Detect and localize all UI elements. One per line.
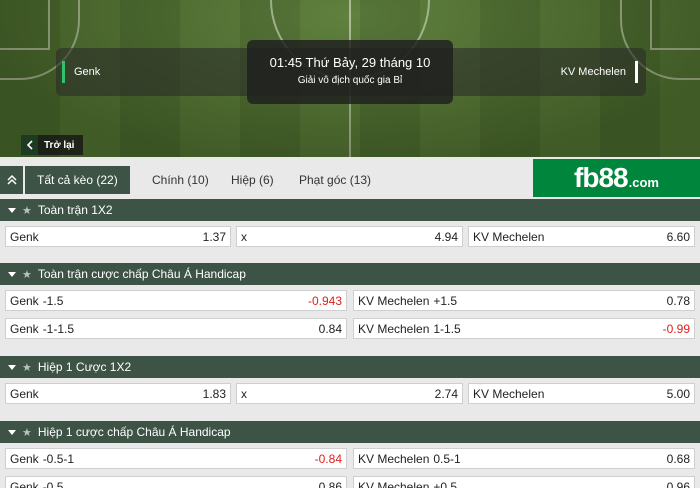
- selection-name: KV Mechelen: [473, 229, 545, 244]
- odds-cell[interactable]: Genk -0.5 0.86: [5, 476, 347, 488]
- tab-main[interactable]: Chính (10): [140, 166, 221, 194]
- section-header-firsthalf-1x2[interactable]: ★ Hiệp 1 Cược 1X2: [0, 356, 700, 378]
- section-title: Hiệp 1 cược chấp Châu Á Handicap: [37, 425, 231, 439]
- tab-all-markets[interactable]: Tất cả kèo (22): [25, 166, 130, 194]
- match-time: 01:45 Thứ Bảy, 29 tháng 10: [269, 55, 431, 70]
- fb88-logo: fb88 .com: [533, 159, 700, 197]
- selection-name: KV Mechelen: [358, 451, 430, 466]
- chevron-left-icon: [21, 135, 38, 155]
- handicap-line: 0.5-1: [433, 451, 461, 466]
- selection-name: KV Mechelen: [473, 386, 545, 401]
- back-button[interactable]: Trở lại: [21, 135, 84, 155]
- odds-price: 0.86: [318, 479, 342, 488]
- selection-name: Genk: [10, 451, 39, 466]
- selection-name: Genk: [10, 229, 39, 244]
- collapse-all-button[interactable]: [0, 166, 23, 194]
- selection-name: x: [241, 229, 247, 244]
- handicap-line: 1-1.5: [433, 321, 461, 336]
- caret-down-icon: [8, 364, 16, 370]
- logo-suffix: .com: [628, 174, 659, 190]
- odds-cell[interactable]: Genk -0.5-1 -0.84: [5, 448, 347, 469]
- back-button-label: Trở lại: [44, 139, 75, 151]
- odds-price: 4.94: [434, 229, 458, 244]
- handicap-line: -1-1.5: [42, 321, 75, 336]
- odds-price: 0.84: [318, 321, 342, 336]
- odds-price: 1.83: [202, 386, 226, 401]
- odds-cell[interactable]: KV Mechelen +0.5 0.96: [353, 476, 695, 488]
- section-title: Toàn trận cược chấp Châu Á Handicap: [37, 267, 246, 281]
- caret-down-icon: [8, 271, 16, 277]
- selection-name: KV Mechelen: [358, 293, 430, 308]
- odds-cell[interactable]: x 2.74: [236, 383, 463, 404]
- handicap-line: -0.5-1: [42, 451, 75, 466]
- selection-name: x: [241, 386, 247, 401]
- handicap-line: +0.5: [433, 479, 458, 488]
- star-icon[interactable]: ★: [22, 268, 32, 281]
- odds-cell[interactable]: KV Mechelen 6.60: [468, 226, 695, 247]
- section-title: Hiệp 1 Cược 1X2: [37, 360, 132, 374]
- odds-cell[interactable]: KV Mechelen 5.00: [468, 383, 695, 404]
- odds-price: 0.68: [666, 451, 690, 466]
- odds-price: 0.78: [666, 293, 690, 308]
- star-icon[interactable]: ★: [22, 361, 32, 374]
- selection-name: Genk: [10, 479, 39, 488]
- caret-down-icon: [8, 207, 16, 213]
- home-team-name: Genk: [62, 61, 100, 83]
- odds-price: 1.37: [202, 229, 226, 244]
- match-hero: Genk KV Mechelen 01:45 Thứ Bảy, 29 tháng…: [0, 0, 700, 157]
- section-header-fulltime-handicap[interactable]: ★ Toàn trận cược chấp Châu Á Handicap: [0, 263, 700, 285]
- selection-name: Genk: [10, 293, 39, 308]
- logo-text: fb88: [574, 162, 629, 193]
- star-icon[interactable]: ★: [22, 426, 32, 439]
- double-chevron-up-icon: [6, 174, 17, 185]
- odds-cell[interactable]: KV Mechelen 0.5-1 0.68: [353, 448, 695, 469]
- odds-cell[interactable]: KV Mechelen +1.5 0.78: [353, 290, 695, 311]
- odds-price: -0.84: [314, 451, 342, 466]
- odds-price: -0.943: [307, 293, 342, 308]
- odds-cell[interactable]: x 4.94: [236, 226, 463, 247]
- tab-corners[interactable]: Phạt góc (13): [287, 166, 383, 194]
- odds-cell[interactable]: Genk -1.5 -0.943: [5, 290, 347, 311]
- selection-name: KV Mechelen: [358, 321, 430, 336]
- odds-cell[interactable]: Genk 1.83: [5, 383, 231, 404]
- odds-cell[interactable]: Genk 1.37: [5, 226, 231, 247]
- odds-price: -0.99: [662, 321, 690, 336]
- match-info-box: 01:45 Thứ Bảy, 29 tháng 10 Giải vô địch …: [247, 40, 453, 104]
- odds-price: 6.60: [666, 229, 690, 244]
- odds-cell[interactable]: Genk -1-1.5 0.84: [5, 318, 347, 339]
- away-team-name: KV Mechelen: [561, 61, 638, 83]
- odds-price: 2.74: [434, 386, 458, 401]
- section-title: Toàn trận 1X2: [37, 203, 113, 217]
- star-icon[interactable]: ★: [22, 204, 32, 217]
- selection-name: KV Mechelen: [358, 479, 430, 488]
- odds-price: 5.00: [666, 386, 690, 401]
- odds-cell[interactable]: KV Mechelen 1-1.5 -0.99: [353, 318, 695, 339]
- league-name: Giải vô địch quốc gia Bỉ: [297, 75, 403, 86]
- section-header-firsthalf-handicap[interactable]: ★ Hiệp 1 cược chấp Châu Á Handicap: [0, 421, 700, 443]
- caret-down-icon: [8, 429, 16, 435]
- selection-name: Genk: [10, 386, 39, 401]
- handicap-line: -0.5: [42, 479, 64, 488]
- handicap-line: -1.5: [42, 293, 64, 308]
- selection-name: Genk: [10, 321, 39, 336]
- section-header-fulltime-1x2[interactable]: ★ Toàn trận 1X2: [0, 199, 700, 221]
- tab-half[interactable]: Hiệp (6): [219, 166, 286, 194]
- odds-price: 0.96: [666, 479, 690, 488]
- handicap-line: +1.5: [433, 293, 458, 308]
